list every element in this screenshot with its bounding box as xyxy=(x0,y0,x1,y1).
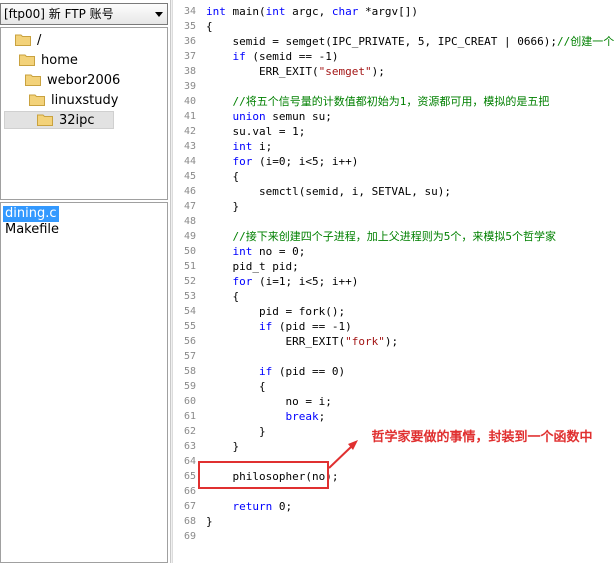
line-number: 38 xyxy=(183,66,196,77)
line-number: 48 xyxy=(183,216,196,227)
line-number: 40 xyxy=(183,96,196,107)
code-line: pid = fork(); xyxy=(206,305,346,318)
line-number: 59 xyxy=(183,381,196,392)
line-number: 63 xyxy=(183,441,196,452)
line-number: 62 xyxy=(183,426,196,437)
folder-icon xyxy=(19,53,35,66)
tree-item-linuxstudy[interactable]: linuxstudy xyxy=(29,92,118,110)
folder-icon xyxy=(15,33,31,46)
code-line: su.val = 1; xyxy=(206,125,306,138)
code-line: if (pid == 0) xyxy=(258,365,346,378)
line-number: 58 xyxy=(183,366,196,377)
code-line: if (semid == -1) xyxy=(232,50,339,63)
tree-item-webor2006[interactable]: webor2006 xyxy=(25,72,120,90)
code-line: //接下来创建四个子进程，加上父进程则为5个，来模拟5个哲学家 xyxy=(232,230,557,243)
code-line: } xyxy=(206,515,213,528)
code-line: return 0; xyxy=(232,500,293,513)
ftp-account-label: [ftp00] 新 FTP 账号 xyxy=(4,7,114,21)
tree-item-label: / xyxy=(37,33,42,48)
line-number: 67 xyxy=(183,501,196,512)
annotation-highlight-box xyxy=(198,461,329,489)
tree-item-label: 32ipc xyxy=(59,113,95,128)
line-number: 41 xyxy=(183,111,196,122)
code-line: pid_t pid; xyxy=(206,260,299,273)
panel-splitter[interactable] xyxy=(170,0,173,563)
tree-item-32ipc[interactable]: 32ipc xyxy=(4,111,114,129)
folder-icon xyxy=(29,93,45,106)
line-number: 57 xyxy=(183,351,196,362)
tree-item-home[interactable]: home xyxy=(19,52,78,70)
tree-item-label: home xyxy=(41,53,78,68)
line-number: 34 xyxy=(183,6,196,17)
line-number: 54 xyxy=(183,306,196,317)
ftp-account-dropdown[interactable]: [ftp00] 新 FTP 账号 xyxy=(0,3,168,25)
line-number: 43 xyxy=(183,141,196,152)
code-line: semid = semget(IPC_PRIVATE, 5, IPC_CREAT… xyxy=(206,35,615,48)
code-line: { xyxy=(206,20,213,33)
code-line: //将五个信号量的计数值都初始为1，资源都可用，模拟的是五把 xyxy=(232,95,550,108)
code-line: } xyxy=(206,440,240,453)
line-number: 39 xyxy=(183,81,196,92)
tree-item-label: linuxstudy xyxy=(51,93,119,108)
line-number: 50 xyxy=(183,246,196,257)
code-line: { xyxy=(206,290,240,303)
line-number: 68 xyxy=(183,516,196,527)
code-line: } xyxy=(206,425,266,438)
code-line: } xyxy=(206,200,240,213)
line-number: 69 xyxy=(183,531,196,542)
folder-tree: / home webor2006 linuxstudy 32ipc xyxy=(0,27,168,200)
line-number: 66 xyxy=(183,486,196,497)
line-number: 35 xyxy=(183,21,196,32)
tree-item-label: webor2006 xyxy=(47,73,121,88)
file-list: dining.c Makefile xyxy=(0,202,168,563)
code-line: break; xyxy=(285,410,326,423)
left-panel: [ftp00] 新 FTP 账号 / home webor2006 linuxs… xyxy=(0,0,170,563)
line-number: 52 xyxy=(183,276,196,287)
code-line: if (pid == -1) xyxy=(258,320,352,333)
chevron-down-icon[interactable] xyxy=(155,12,163,17)
code-line: semctl(semid, i, SETVAL, su); xyxy=(206,185,452,198)
line-number: 37 xyxy=(183,51,196,62)
line-number: 46 xyxy=(183,186,196,197)
folder-icon xyxy=(25,73,41,86)
line-number: 53 xyxy=(183,291,196,302)
line-number: 45 xyxy=(183,171,196,182)
line-number: 55 xyxy=(183,321,196,332)
line-number: 51 xyxy=(183,261,196,272)
line-number: 49 xyxy=(183,231,196,242)
code-line: for (i=0; i<5; i++) xyxy=(232,155,359,168)
file-item-dining-c[interactable]: dining.c xyxy=(3,206,59,222)
line-number: 44 xyxy=(183,156,196,167)
code-line: int main(int argc, char *argv[]) xyxy=(206,5,418,18)
code-line: int i; xyxy=(232,140,273,153)
line-number: 47 xyxy=(183,201,196,212)
code-line: ERR_EXIT("semget"); xyxy=(206,65,385,78)
code-line: ERR_EXIT("fork"); xyxy=(206,335,399,348)
code-line: int no = 0; xyxy=(232,245,306,258)
line-number: 56 xyxy=(183,336,196,347)
code-line: { xyxy=(206,380,266,393)
line-number: 36 xyxy=(183,36,196,47)
tree-item-root[interactable]: / xyxy=(15,32,41,50)
line-number: 61 xyxy=(183,411,196,422)
folder-icon xyxy=(37,113,53,126)
line-number-gutter: 34 35 36 37 38 39 40 41 42 43 44 45 46 47 48 49 50 51 52 53… xyxy=(174,0,196,563)
line-number: 65 xyxy=(183,471,196,482)
line-number: 42 xyxy=(183,126,196,137)
code-line: no = i; xyxy=(206,395,332,408)
code-line: union semun su; xyxy=(232,110,332,123)
annotation-text: 哲学家要做的事情，封装到一个函数中 xyxy=(371,430,593,445)
code-line: for (i=1; i<5; i++) xyxy=(232,275,359,288)
line-number: 64 xyxy=(183,456,196,467)
line-number: 60 xyxy=(183,396,196,407)
code-line: { xyxy=(206,170,240,183)
file-item-makefile[interactable]: Makefile xyxy=(3,222,61,238)
